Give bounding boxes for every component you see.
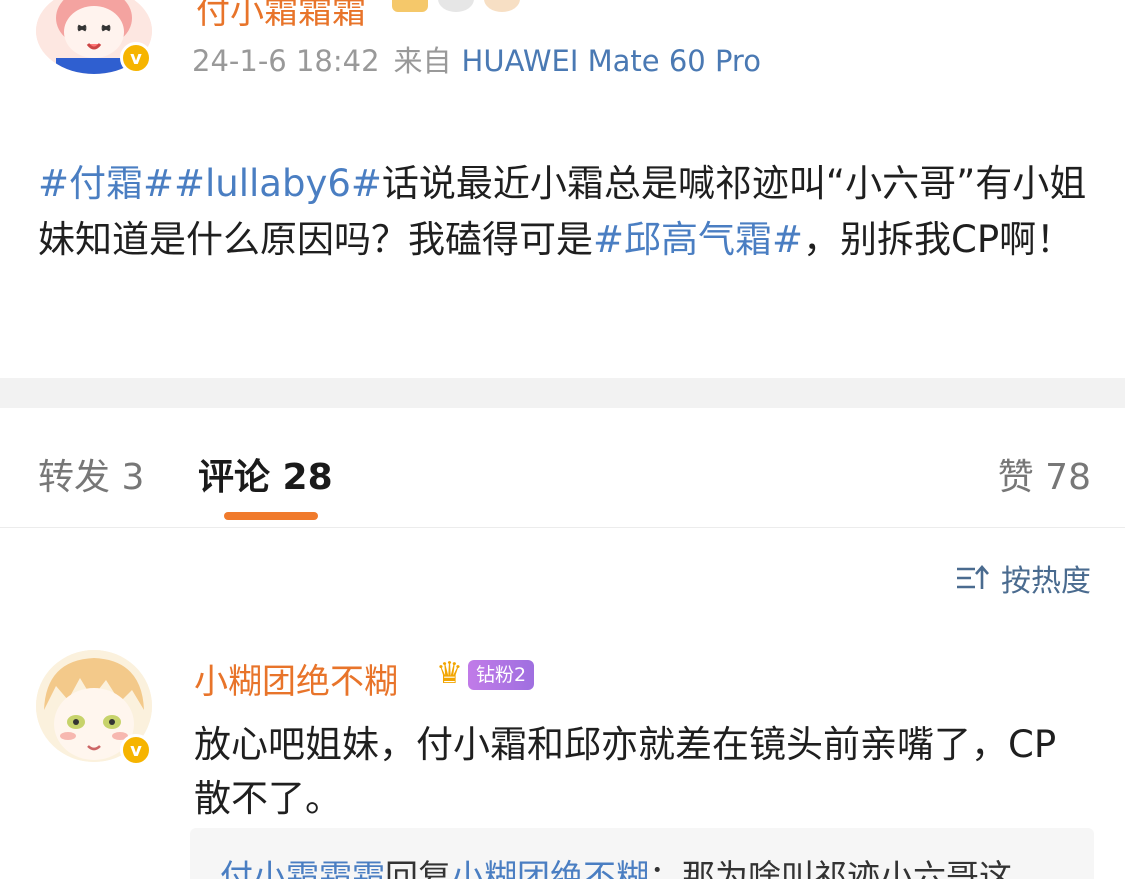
sort-label: 按热度 xyxy=(1001,564,1091,599)
from-label: 来自 xyxy=(393,44,452,78)
post-username[interactable]: 付小霜霜霜 xyxy=(196,0,366,33)
device-name[interactable]: HUAWEI Mate 60 Pro xyxy=(462,44,761,78)
post-meta: 24-1-6 18:42 来自 HUAWEI Mate 60 Pro xyxy=(192,38,761,80)
post-text: ，别拆我CP啊！ xyxy=(803,218,1074,261)
sort-icon xyxy=(955,564,989,592)
reply-line: 付小霜霜霜回复小糊团绝不糊：那为啥叫祁迹小六哥这 xyxy=(220,850,1012,879)
hashtag-link[interactable]: #lullaby6# xyxy=(174,162,382,205)
verified-badge-icon: v xyxy=(120,734,152,766)
user-badges xyxy=(392,0,520,12)
crown-icon: ♛ xyxy=(436,656,463,691)
comment-text: 放心吧姐妹，付小霜和邱亦就差在镜头前亲嘴了，CP散不了。 xyxy=(194,723,1057,820)
tab-comment[interactable]: 评论 28 xyxy=(198,448,333,500)
reply-preview[interactable]: 付小霜霜霜回复小糊团绝不糊：那为啥叫祁迹小六哥这 xyxy=(190,828,1094,879)
reply-verb: 回复 xyxy=(385,857,451,879)
post-body: #付霜##lullaby6#话说最近小霜总是喊祁迹叫“小六哥”有小姐妹知道是什么… xyxy=(38,156,1108,268)
tab-like[interactable]: 赞 78 xyxy=(998,448,1091,500)
post-header: v 付小霜霜霜 24-1-6 18:42 来自 HUAWEI Mate 60 Pro xyxy=(0,0,1125,120)
panda-badge-icon xyxy=(438,0,474,12)
post-timestamp: 24-1-6 18:42 xyxy=(192,44,380,78)
tab-repost[interactable]: 转发 3 xyxy=(38,448,144,500)
hashtag-link[interactable]: #邱高气霜# xyxy=(593,218,803,261)
hashtag-link[interactable]: #付霜# xyxy=(38,162,174,205)
fan-level-badge[interactable]: 钻粉2 xyxy=(468,660,535,690)
reply-author-link[interactable]: 付小霜霜霜 xyxy=(220,857,385,879)
comment-username[interactable]: 小糊团绝不糊 xyxy=(194,654,398,703)
sort-button[interactable]: 按热度 xyxy=(955,556,1091,600)
active-tab-indicator xyxy=(224,512,318,520)
reply-text: ：那为啥叫祁迹小六哥这 xyxy=(649,857,1012,879)
emoji-badge-icon xyxy=(484,0,520,12)
crown-badge-icon xyxy=(392,0,428,12)
section-divider xyxy=(0,378,1125,408)
tab-bar: 转发 3 评论 28 赞 78 xyxy=(0,408,1125,528)
verified-badge-icon: v xyxy=(120,42,152,74)
reply-target-link[interactable]: 小糊团绝不糊 xyxy=(451,857,649,879)
